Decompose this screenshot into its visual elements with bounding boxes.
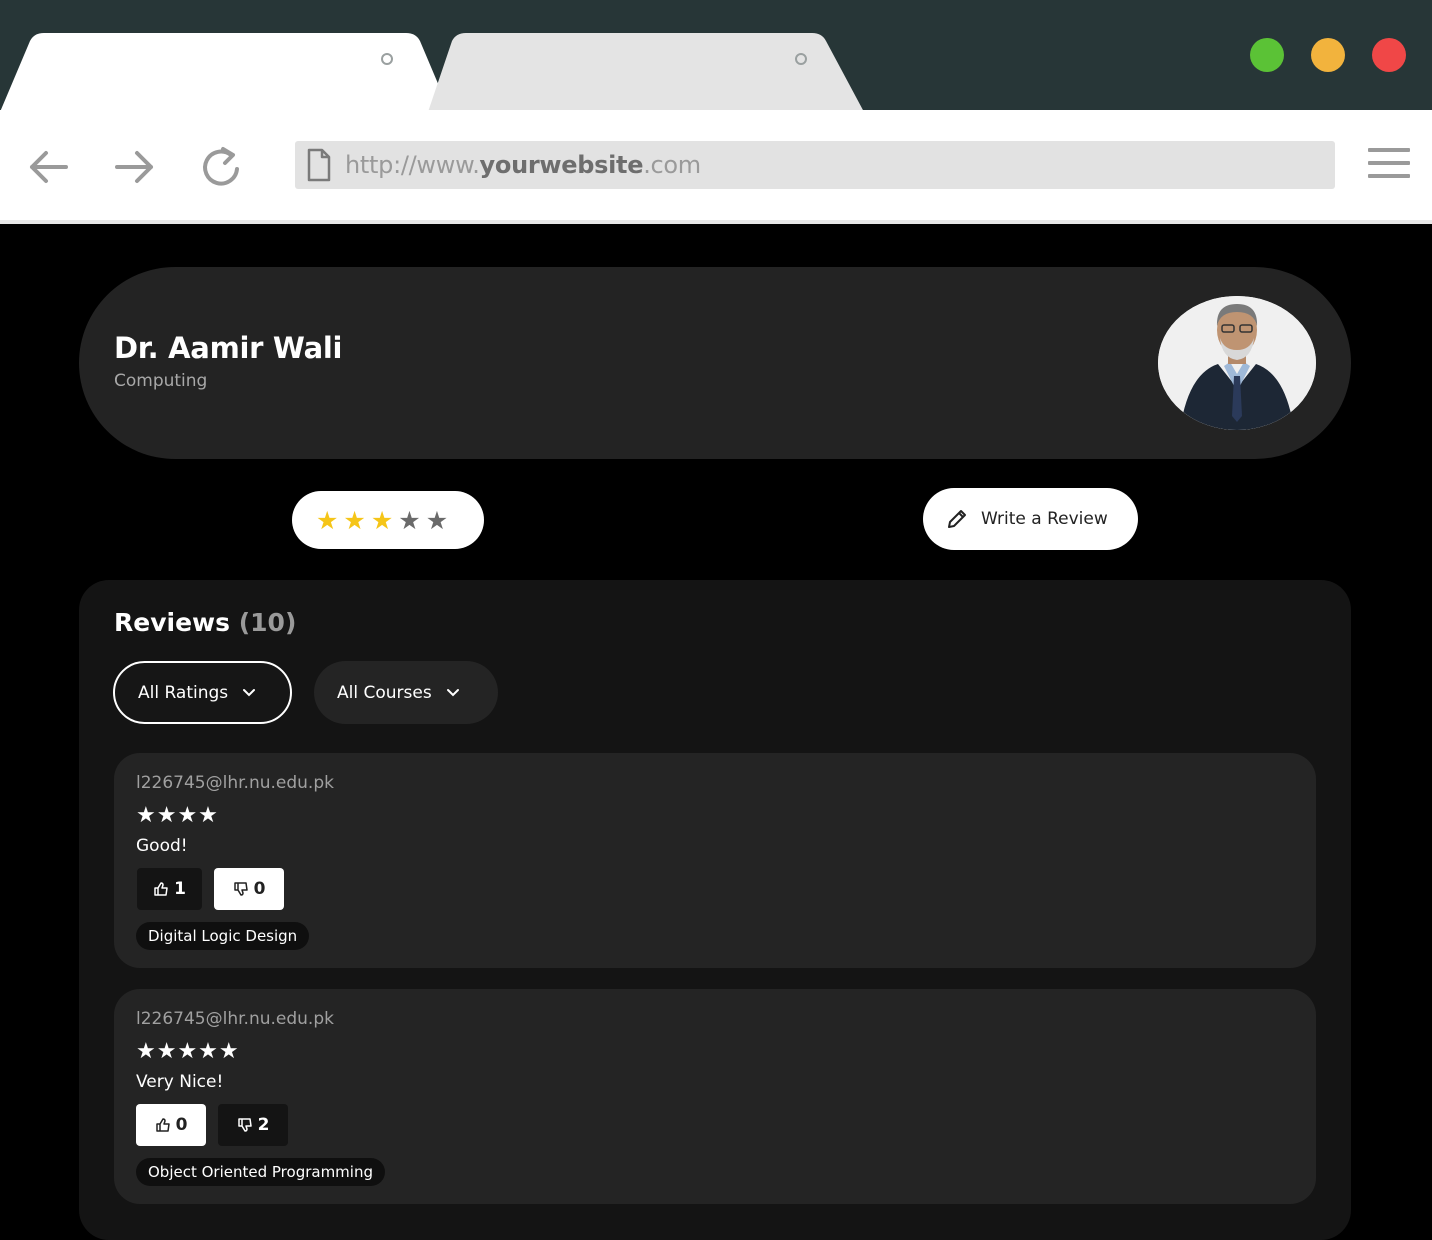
arrow-left-icon xyxy=(30,151,68,183)
star-icon: ★ xyxy=(343,505,366,535)
professor-name: Dr. Aamir Wali xyxy=(114,331,343,365)
star-icon: ★ xyxy=(370,505,394,535)
arrow-right-icon xyxy=(115,151,153,183)
tab-shape xyxy=(428,33,864,112)
professor-department: Computing xyxy=(114,371,208,391)
thumbs-up-icon xyxy=(155,1118,170,1132)
dislike-button[interactable]: 0 xyxy=(214,868,284,910)
review-card: l226745@lhr.nu.edu.pk ★★★★★ Very Nice! 0… xyxy=(114,989,1316,1204)
ratings-filter-dropdown[interactable]: All Ratings xyxy=(113,661,292,724)
course-tag[interactable]: Digital Logic Design xyxy=(136,922,310,950)
star-empty-icon: ★ xyxy=(425,505,449,535)
thumbs-up-icon xyxy=(154,882,168,896)
page-icon xyxy=(307,148,331,182)
reload-icon xyxy=(203,147,239,186)
browser-tab-inactive[interactable] xyxy=(428,33,868,112)
review-card: l226745@lhr.nu.edu.pk ★★★★ Good! 1 0 Dig… xyxy=(114,753,1316,968)
write-review-label: Write a Review xyxy=(981,509,1108,529)
forward-button[interactable] xyxy=(113,145,157,189)
dislike-count: 2 xyxy=(257,1115,270,1135)
chevron-down-icon xyxy=(243,688,256,696)
tab-close-icon[interactable] xyxy=(381,53,393,65)
chevron-down-icon xyxy=(446,688,459,696)
window-close-button[interactable] xyxy=(1372,38,1406,72)
avatar xyxy=(1158,296,1316,430)
reload-button[interactable] xyxy=(201,145,245,189)
dislike-count: 0 xyxy=(253,879,266,899)
review-stars: ★★★★ xyxy=(136,803,219,828)
back-button[interactable] xyxy=(26,145,70,189)
review-text: Very Nice! xyxy=(136,1072,224,1092)
review-stars: ★★★★★ xyxy=(136,1039,240,1064)
star-icon: ★ xyxy=(316,505,339,535)
like-button[interactable]: 0 xyxy=(136,1104,206,1146)
overall-rating: ★ ★ ★ ★ ★ xyxy=(292,491,484,549)
like-count: 1 xyxy=(174,879,186,899)
ratings-filter-label: All Ratings xyxy=(138,682,229,703)
write-review-button[interactable]: Write a Review xyxy=(923,488,1138,550)
courses-filter-label: All Courses xyxy=(337,682,432,703)
toolbar-divider xyxy=(0,220,1432,224)
reviews-heading: Reviews (10) xyxy=(114,608,297,637)
professor-photo xyxy=(1158,296,1316,430)
reviewer-email: l226745@lhr.nu.edu.pk xyxy=(136,773,334,793)
courses-filter-dropdown[interactable]: All Courses xyxy=(314,661,498,724)
tab-shape xyxy=(0,33,450,112)
address-bar[interactable]: http://www.yourwebsite.com xyxy=(295,141,1335,189)
dislike-button[interactable]: 2 xyxy=(218,1104,288,1146)
url-text: http://www.yourwebsite.com xyxy=(345,151,701,179)
like-count: 0 xyxy=(175,1115,188,1135)
browser-tab-active[interactable] xyxy=(0,33,450,112)
pencil-icon xyxy=(948,510,966,528)
course-tag[interactable]: Object Oriented Programming xyxy=(136,1158,385,1186)
thumbs-down-icon xyxy=(237,1118,252,1132)
window-maximize-button[interactable] xyxy=(1250,38,1284,72)
browser-menu-icon[interactable] xyxy=(1368,148,1410,182)
star-empty-icon: ★ xyxy=(398,505,421,535)
like-button[interactable]: 1 xyxy=(137,868,202,910)
reviews-count: (10) xyxy=(238,608,297,637)
reviewer-email: l226745@lhr.nu.edu.pk xyxy=(136,1009,334,1029)
review-text: Good! xyxy=(136,836,188,856)
thumbs-down-icon xyxy=(233,882,248,896)
window-minimize-button[interactable] xyxy=(1311,38,1345,72)
tab-close-icon[interactable] xyxy=(795,53,807,65)
